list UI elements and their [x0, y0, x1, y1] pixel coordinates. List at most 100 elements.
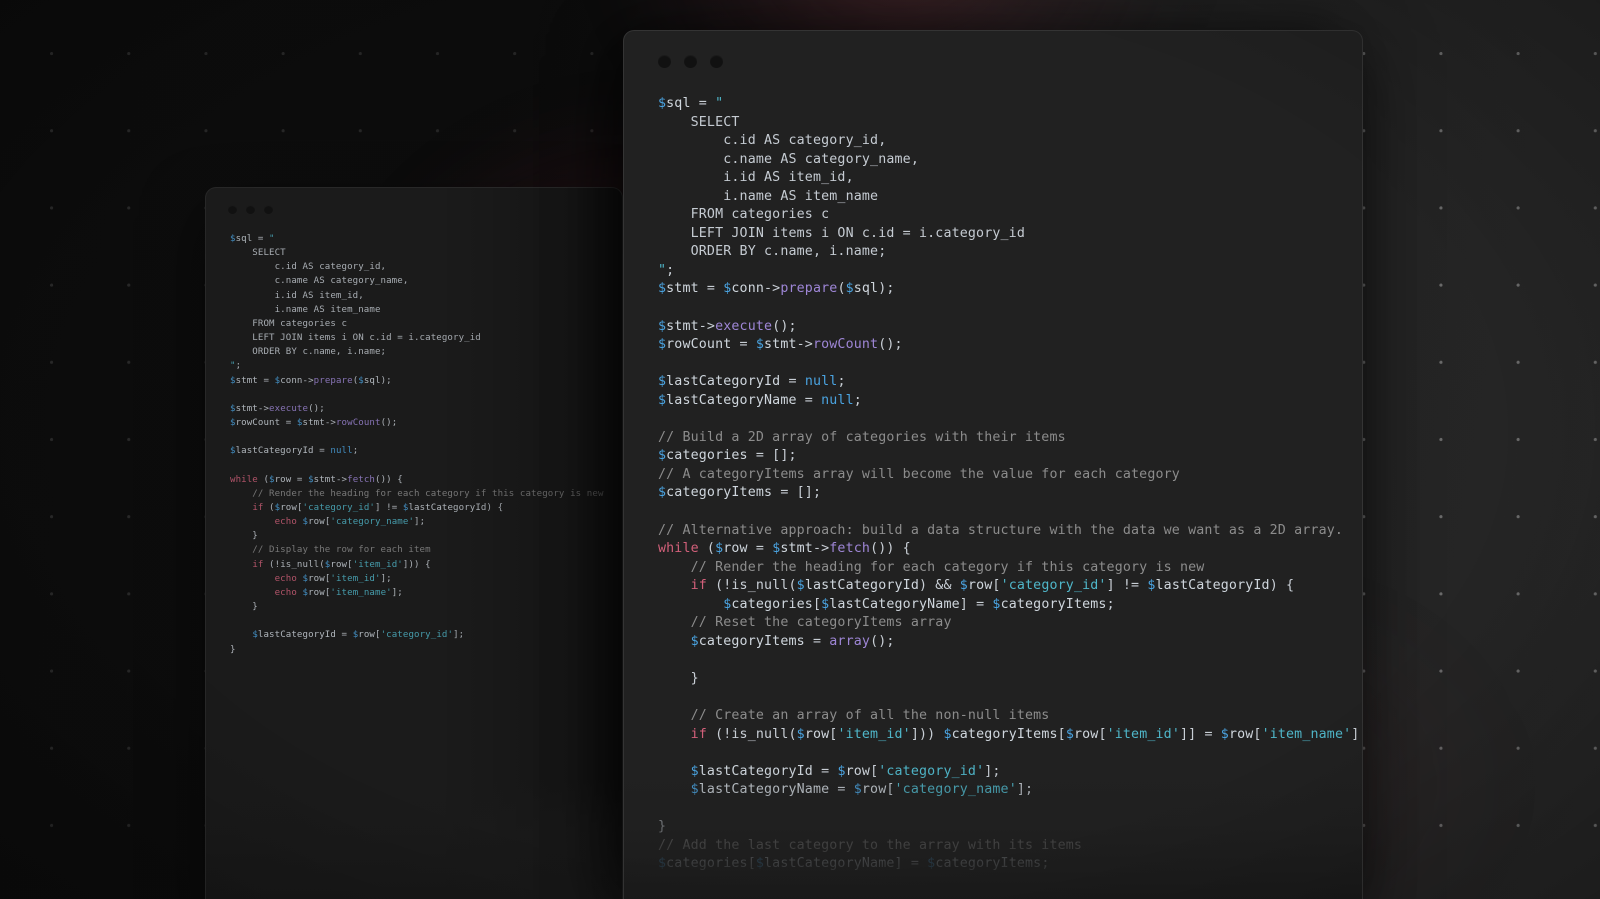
- code-token: $: [658, 856, 666, 871]
- code-token: // Add the last category to the array wi…: [658, 838, 1082, 853]
- code-token: ] =: [895, 856, 928, 871]
- code-token: SELECT: [230, 248, 286, 258]
- minimize-icon[interactable]: [684, 55, 697, 68]
- code-token: $: [837, 764, 845, 779]
- code-token: ];: [381, 574, 392, 584]
- code-token: lastCategoryName: [764, 856, 895, 871]
- code-token: ];: [984, 764, 1000, 779]
- code-token: rowCount: [336, 418, 381, 428]
- code-token: ->: [764, 281, 780, 296]
- maximize-icon[interactable]: [710, 55, 723, 68]
- code-token: $: [1066, 727, 1074, 742]
- code-token: $: [756, 856, 764, 871]
- code-token: categoryItems: [1001, 597, 1107, 612]
- background-code-window[interactable]: $sql = " SELECT c.id AS category_id, c.n…: [205, 187, 623, 899]
- code-line: echo $row['item_id'];: [230, 572, 622, 586]
- code-token: row: [1074, 727, 1098, 742]
- code-line: [658, 355, 1362, 374]
- code-token: ;: [1107, 597, 1115, 612]
- code-token: null: [330, 446, 352, 456]
- code-token: }: [230, 602, 258, 612]
- code-token: stmt: [764, 337, 797, 352]
- code-line: i.id AS item_id,: [230, 289, 622, 303]
- code-token: ->: [797, 337, 813, 352]
- code-token: ;: [666, 263, 674, 278]
- close-icon[interactable]: [228, 205, 237, 214]
- code-line: $rowCount = $stmt->rowCount();: [230, 416, 622, 430]
- code-token: categoryItems: [952, 727, 1058, 742]
- code-block[interactable]: $sql = " SELECT c.id AS category_id, c.n…: [206, 230, 622, 657]
- code-line: $categories[$lastCategoryName] = $catego…: [658, 855, 1362, 874]
- code-line: ORDER BY c.name, i.name;: [230, 345, 622, 359]
- code-token: =: [258, 376, 275, 386]
- code-line: LEFT JOIN items i ON c.id = i.category_i…: [230, 331, 622, 345]
- code-line: ORDER BY c.name, i.name;: [658, 243, 1362, 262]
- code-line: [230, 430, 622, 444]
- code-token: row: [308, 588, 325, 598]
- code-token: 'category_id': [303, 503, 375, 513]
- code-token: =: [691, 96, 715, 111]
- code-line: $stmt = $conn->prepare($sql);: [658, 280, 1362, 299]
- code-token: row: [275, 475, 292, 485]
- code-token: $: [797, 578, 805, 593]
- code-token: ": [658, 263, 666, 278]
- code-token: (: [258, 475, 269, 485]
- code-token: stmt: [303, 418, 325, 428]
- code-token: stmt: [236, 404, 258, 414]
- code-token: $: [691, 782, 699, 797]
- code-token: $: [992, 597, 1000, 612]
- code-token: prepare: [780, 281, 837, 296]
- code-line: $categories[$lastCategoryName] = $catego…: [658, 596, 1362, 615]
- close-icon[interactable]: [658, 55, 671, 68]
- code-token: [: [813, 597, 821, 612]
- code-token: stmt: [666, 319, 699, 334]
- code-token: =: [731, 337, 755, 352]
- code-token: ) &&: [919, 578, 960, 593]
- code-line: $lastCategoryName = null;: [658, 392, 1362, 411]
- maximize-icon[interactable]: [264, 205, 273, 214]
- code-line: i.id AS item_id,: [658, 169, 1362, 188]
- code-block[interactable]: $sql = " SELECT c.id AS category_id, c.n…: [624, 91, 1362, 874]
- code-token: ": [715, 96, 723, 111]
- code-line: [658, 410, 1362, 429]
- code-token: [230, 517, 275, 527]
- code-token: fetch: [829, 541, 870, 556]
- code-token: $: [854, 782, 862, 797]
- code-line: // Render the heading for each category …: [658, 559, 1362, 578]
- code-token: 'category_id': [878, 764, 984, 779]
- code-token: echo: [275, 588, 297, 598]
- code-line: c.id AS category_id,: [230, 260, 622, 274]
- code-token: =: [291, 475, 308, 485]
- code-token: row: [968, 578, 992, 593]
- code-token: [: [1058, 727, 1066, 742]
- code-line: if ($row['category_id'] != $lastCategory…: [230, 501, 622, 515]
- code-token: $: [658, 281, 666, 296]
- code-token: i.name AS item_name: [658, 189, 878, 204]
- code-token: [230, 588, 275, 598]
- code-token: stmt: [236, 376, 258, 386]
- code-token: ];: [392, 588, 403, 598]
- code-token: row: [280, 503, 297, 513]
- code-token: $: [658, 319, 666, 334]
- code-line: $categoryItems = [];: [658, 484, 1362, 503]
- minimize-icon[interactable]: [246, 205, 255, 214]
- code-token: stmt: [314, 475, 336, 485]
- code-token: ]] =: [1180, 727, 1221, 742]
- code-token: 'category_name': [330, 517, 414, 527]
- code-token: [658, 764, 691, 779]
- code-token: $: [658, 337, 666, 352]
- code-token: row: [330, 560, 347, 570]
- code-token: ] =: [960, 597, 993, 612]
- foreground-code-window[interactable]: $sql = " SELECT c.id AS category_id, c.n…: [623, 30, 1363, 899]
- code-token: lastCategoryId: [699, 764, 813, 779]
- code-token: (: [837, 281, 845, 296]
- code-token: $: [846, 281, 854, 296]
- code-token: =: [780, 374, 804, 389]
- code-token: lastCategoryId: [805, 578, 919, 593]
- code-token: echo: [275, 574, 297, 584]
- code-token: ];: [414, 517, 425, 527]
- code-token: i.name AS item_name: [230, 305, 381, 315]
- code-token: $: [943, 727, 951, 742]
- code-token: );: [878, 281, 894, 296]
- code-token: lastCategoryId: [258, 630, 336, 640]
